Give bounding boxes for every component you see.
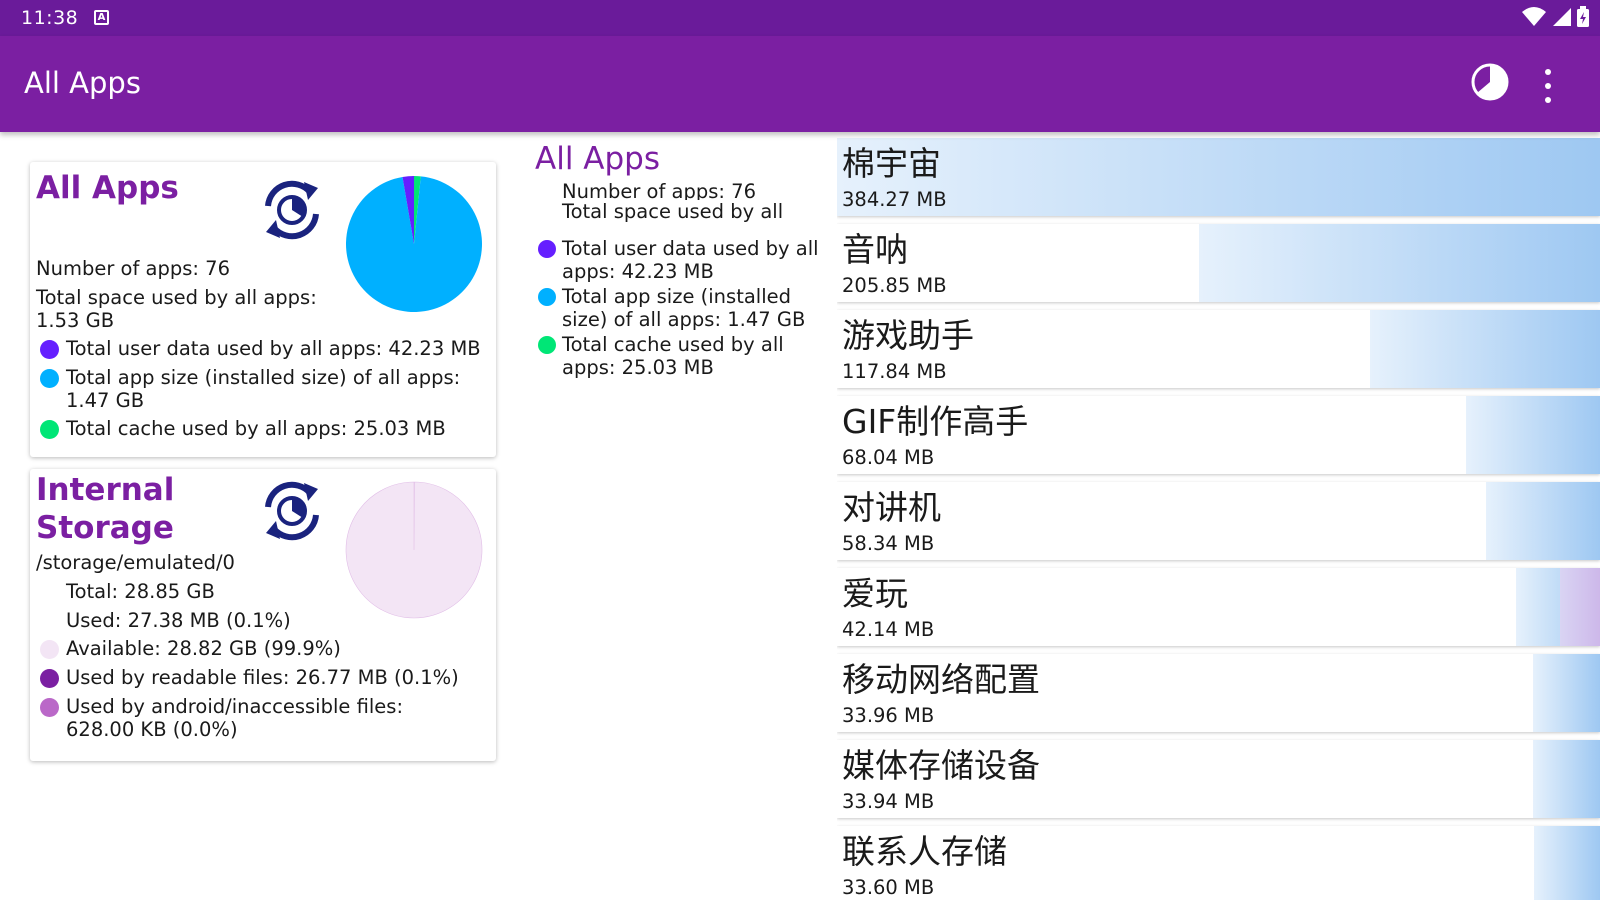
storage-readable: Used by readable files: 26.77 MB (0.1%) <box>66 666 459 689</box>
refresh-icon[interactable] <box>258 477 326 545</box>
total-space-value: 1.53 GB <box>36 309 115 332</box>
detail-cache-value: apps: 25.03 MB <box>562 356 714 379</box>
app-list-item[interactable]: 对讲机 58.34 MB <box>837 482 1600 560</box>
detail-app-size: Total app size (installed <box>562 285 792 308</box>
app-size: 117.84 MB <box>842 360 947 383</box>
all-apps-pie-chart <box>346 176 482 312</box>
app-size-bar <box>837 138 1600 216</box>
app-size: 205.85 MB <box>842 274 947 297</box>
total-space-text: Total space used by all apps: <box>36 286 317 309</box>
detail-user-data-value: apps: 42.23 MB <box>562 260 714 283</box>
detail-app-size-value: size) of all apps: 1.47 GB <box>562 308 806 331</box>
app-list-item[interactable]: 音呐 205.85 MB <box>837 224 1600 302</box>
detail-user-data: Total user data used by all <box>562 237 819 260</box>
app-size-bar <box>1199 224 1600 302</box>
app-list-item[interactable]: 爱玩 42.14 MB <box>837 568 1600 646</box>
app-name: 媒体存储设备 <box>842 746 1040 785</box>
detail-cache-dot <box>538 336 556 354</box>
app-data-bar <box>1560 568 1600 646</box>
app-size: 33.60 MB <box>842 876 935 899</box>
storage-path: /storage/emulated/0 <box>36 551 235 574</box>
user-data-legend-dot <box>40 340 59 359</box>
card-title-line1: Internal <box>36 472 175 508</box>
app-size-bar <box>1466 396 1600 474</box>
app-name: 棉宇宙 <box>842 144 941 183</box>
app-bar-title: All Apps <box>24 66 141 100</box>
app-size-bar <box>1533 654 1600 732</box>
app-size-bar <box>1370 310 1600 388</box>
status-time: 11:38 <box>21 7 79 29</box>
card-title: All Apps <box>36 170 179 206</box>
app-name: 爱玩 <box>842 574 908 613</box>
user-data-text: Total user data used by all apps: 42.23 … <box>66 337 481 360</box>
storage-android-value: 628.00 KB (0.0%) <box>66 718 238 741</box>
refresh-icon[interactable] <box>258 176 326 244</box>
wifi-icon <box>1522 7 1546 26</box>
num-apps-text: Number of apps: 76 <box>36 257 230 280</box>
app-size: 42.14 MB <box>842 618 935 641</box>
detail-cache: Total cache used by all <box>562 333 784 356</box>
detail-total-space: Total space used by all <box>562 200 784 224</box>
internal-storage-card[interactable]: Internal Storage /storage/emulated/0 Tot… <box>30 469 496 761</box>
status-icons <box>1522 6 1590 28</box>
app-list-item[interactable]: GIF制作高手 68.04 MB <box>837 396 1600 474</box>
app-name: 联系人存储 <box>842 832 1007 871</box>
a-icon: A <box>94 10 109 25</box>
all-apps-card[interactable]: All Apps Number of apps: 76 Total space … <box>30 162 496 457</box>
app-size-bar <box>1534 826 1600 900</box>
cache-text: Total cache used by all apps: 25.03 MB <box>66 417 446 440</box>
signal-icon <box>1553 8 1571 26</box>
status-bar: 11:38 A <box>0 0 1600 36</box>
app-name: GIF制作高手 <box>842 402 1029 441</box>
app-list-item[interactable]: 联系人存储 33.60 MB <box>837 826 1600 900</box>
detail-app-size-dot <box>538 288 556 306</box>
app-name: 对讲机 <box>842 488 941 527</box>
detail-title: All Apps <box>535 141 660 177</box>
app-size-text: Total app size (installed size) of all a… <box>66 366 461 389</box>
app-size: 384.27 MB <box>842 188 947 211</box>
app-bar: All Apps <box>0 36 1600 132</box>
app-list-item[interactable]: 移动网络配置 33.96 MB <box>837 654 1600 732</box>
app-list-item[interactable]: 媒体存储设备 33.94 MB <box>837 740 1600 818</box>
storage-total: Total: 28.85 GB <box>66 580 215 603</box>
cache-legend-dot <box>40 420 59 439</box>
android-legend-dot <box>40 698 59 717</box>
app-size: 33.94 MB <box>842 790 935 813</box>
pie-chart-icon[interactable] <box>1470 62 1510 102</box>
app-size-value: 1.47 GB <box>66 389 145 412</box>
app-name: 音呐 <box>842 230 908 269</box>
app-size: 58.34 MB <box>842 532 935 555</box>
pie-slice-available <box>345 481 483 619</box>
storage-pie-chart <box>345 481 483 619</box>
app-size: 68.04 MB <box>842 446 935 469</box>
detail-user-data-dot <box>538 240 556 258</box>
available-legend-dot <box>40 640 59 659</box>
app-size: 33.96 MB <box>842 704 935 727</box>
app-list-item[interactable]: 棉宇宙 384.27 MB <box>837 138 1600 216</box>
readable-legend-dot <box>40 669 59 688</box>
storage-used: Used: 27.38 MB (0.1%) <box>66 609 291 632</box>
app-list-item[interactable]: 游戏助手 117.84 MB <box>837 310 1600 388</box>
storage-available: Available: 28.82 GB (99.9%) <box>66 637 341 660</box>
app-name: 游戏助手 <box>842 316 974 355</box>
battery-icon <box>1577 6 1589 27</box>
app-size-legend-dot <box>40 369 59 388</box>
card-title-line2: Storage <box>36 510 174 546</box>
app-size-bar <box>1486 482 1600 560</box>
storage-android: Used by android/inaccessible files: <box>66 695 404 718</box>
app-list[interactable]: 棉宇宙 384.27 MB 音呐 205.85 MB 游戏助手 117.84 MB GIF制… <box>837 138 1600 900</box>
app-name: 移动网络配置 <box>842 660 1040 699</box>
app-size-bar <box>1533 740 1600 818</box>
more-vert-icon[interactable] <box>1538 66 1558 106</box>
